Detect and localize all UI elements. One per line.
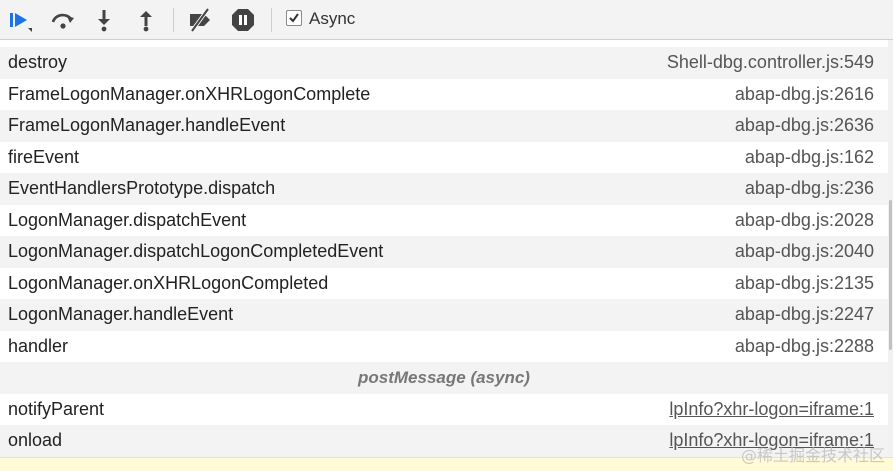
frame-location-link[interactable]: lpInfo?xhr-logon=iframe:1 bbox=[669, 394, 874, 426]
frame-location[interactable]: abap-dbg.js:2028 bbox=[735, 205, 874, 237]
frame-location[interactable]: abap-dbg.js:236 bbox=[745, 173, 874, 205]
step-out-button[interactable] bbox=[133, 7, 159, 33]
frame-location[interactable]: abap-dbg.js:2040 bbox=[735, 236, 874, 268]
call-frame-row[interactable]: handler abap-dbg.js:2288 bbox=[0, 331, 888, 363]
frame-function-name: EventHandlersPrototype.dispatch bbox=[8, 178, 276, 198]
call-frame-row[interactable]: destroy Shell-dbg.controller.js:549 bbox=[0, 47, 888, 79]
frame-function-name: destroy bbox=[8, 52, 68, 72]
call-frame-row[interactable]: FrameLogonManager.handleEvent abap-dbg.j… bbox=[0, 110, 888, 142]
frame-function-name: LogonManager.handleEvent bbox=[8, 304, 234, 324]
frame-function-name: notifyParent bbox=[8, 398, 105, 419]
resume-button[interactable] bbox=[6, 7, 32, 33]
frame-function-name: fireEvent bbox=[8, 146, 80, 167]
frame-location[interactable]: abap-dbg.js:2636 bbox=[735, 110, 874, 142]
call-frame-row[interactable]: notifyParent lpInfo?xhr-logon=iframe:1 bbox=[0, 394, 888, 426]
partial-frame-row bbox=[0, 40, 888, 47]
async-separator: postMessage (async) bbox=[0, 362, 888, 394]
frame-location[interactable]: abap-dbg.js:2616 bbox=[735, 79, 874, 111]
frame-function-name: handler bbox=[8, 335, 69, 356]
deactivate-breakpoints-icon bbox=[187, 7, 213, 33]
toolbar-separator bbox=[173, 8, 174, 32]
frame-function-name: LogonManager.dispatchEvent bbox=[8, 209, 247, 230]
vertical-scrollbar[interactable] bbox=[888, 40, 893, 457]
call-frame-row[interactable]: EventHandlersPrototype.dispatch abap-dbg… bbox=[0, 173, 888, 205]
watermark-text: @稀土掘金技术社区 bbox=[740, 446, 885, 465]
scrollbar-thumb[interactable] bbox=[889, 200, 892, 350]
checkmark-icon bbox=[289, 13, 299, 23]
async-checkbox[interactable] bbox=[286, 10, 302, 26]
frame-location[interactable]: abap-dbg.js:162 bbox=[745, 142, 874, 174]
frame-function-name: FrameLogonManager.onXHRLogonComplete bbox=[8, 83, 371, 104]
call-frame-row[interactable]: FrameLogonManager.onXHRLogonComplete aba… bbox=[0, 79, 888, 111]
pause-on-exceptions-icon bbox=[230, 7, 256, 33]
frame-function-name: onload bbox=[8, 430, 63, 450]
pause-on-exceptions-button[interactable] bbox=[230, 7, 256, 33]
call-frame-row[interactable]: LogonManager.dispatchLogonCompletedEvent… bbox=[0, 236, 888, 268]
step-over-icon bbox=[50, 7, 76, 33]
frame-location[interactable]: abap-dbg.js:2247 bbox=[735, 299, 874, 331]
frame-function-name: FrameLogonManager.handleEvent bbox=[8, 115, 286, 135]
frame-function-name: LogonManager.dispatchLogonCompletedEvent bbox=[8, 241, 384, 261]
frame-function-name: LogonManager.onXHRLogonCompleted bbox=[8, 272, 329, 293]
call-frame-row[interactable]: LogonManager.handleEvent abap-dbg.js:224… bbox=[0, 299, 888, 331]
step-out-icon bbox=[133, 7, 159, 33]
step-into-button[interactable] bbox=[91, 7, 117, 33]
deactivate-breakpoints-button[interactable] bbox=[187, 7, 213, 33]
frame-location[interactable]: Shell-dbg.controller.js:549 bbox=[667, 47, 874, 79]
call-stack-list: destroy Shell-dbg.controller.js:549 Fram… bbox=[0, 40, 888, 457]
call-frame-row[interactable]: LogonManager.onXHRLogonCompleted abap-db… bbox=[0, 268, 888, 300]
debugger-toolbar: Async bbox=[0, 0, 893, 40]
resume-icon bbox=[6, 7, 32, 33]
call-frame-row[interactable]: fireEvent abap-dbg.js:162 bbox=[0, 142, 888, 174]
step-over-button[interactable] bbox=[50, 7, 76, 33]
step-into-icon bbox=[91, 7, 117, 33]
toolbar-separator bbox=[271, 8, 272, 32]
call-frame-row[interactable]: LogonManager.dispatchEvent abap-dbg.js:2… bbox=[0, 205, 888, 237]
frame-location[interactable]: abap-dbg.js:2288 bbox=[735, 331, 874, 363]
async-label: Async bbox=[309, 9, 356, 28]
frame-location[interactable]: abap-dbg.js:2135 bbox=[735, 268, 874, 300]
